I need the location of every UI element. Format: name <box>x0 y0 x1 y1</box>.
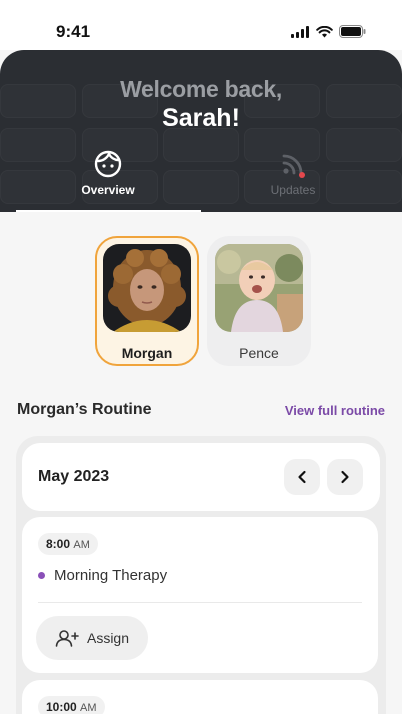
status-icons <box>291 25 366 38</box>
pattern-tile <box>163 128 239 162</box>
event-time-ampm: AM <box>80 702 97 714</box>
event-time-value: 8:00 <box>46 537 71 551</box>
event-time-ampm: AM <box>73 539 90 551</box>
add-user-icon <box>55 630 79 647</box>
wifi-icon <box>316 25 333 37</box>
face-icon <box>94 150 122 178</box>
child-name: Pence <box>239 345 279 361</box>
avatar-pence-image <box>215 244 303 332</box>
child-profile-morgan[interactable]: Morgan <box>95 236 199 366</box>
event-dot <box>38 572 45 579</box>
welcome-header: Welcome back, Sarah! Overview Updates <box>0 50 402 212</box>
event-time: 10:00 AM <box>38 696 105 714</box>
tab-label: Overview <box>81 183 135 197</box>
avatar <box>103 244 191 332</box>
routine-event[interactable]: 10:00 AM <box>22 680 378 714</box>
previous-month-button[interactable] <box>284 459 320 495</box>
rss-icon <box>282 154 305 178</box>
avatar-morgan-image <box>103 244 191 332</box>
child-profile-pence[interactable]: Pence <box>207 236 311 366</box>
notification-dot <box>299 172 305 178</box>
tab-label: Updates <box>270 183 316 197</box>
avatar <box>215 244 303 332</box>
chevron-right-icon <box>341 470 349 484</box>
month-selector: May 2023 <box>22 443 380 511</box>
next-month-button[interactable] <box>327 459 363 495</box>
month-label: May 2023 <box>38 468 110 485</box>
welcome-text: Welcome back, <box>120 76 282 102</box>
event-name: Morning Therapy <box>54 567 168 584</box>
battery-icon <box>339 25 366 38</box>
tab-updates[interactable]: Updates <box>233 150 353 197</box>
tab-overview[interactable]: Overview <box>48 150 168 197</box>
event-time: 8:00 AM <box>38 533 98 555</box>
view-full-routine-link[interactable]: View full routine <box>285 403 385 418</box>
assign-button[interactable]: Assign <box>36 616 148 660</box>
status-time: 9:41 <box>56 22 91 41</box>
event-time-value: 10:00 <box>46 700 77 714</box>
assign-label: Assign <box>86 630 130 646</box>
routine-event[interactable]: 8:00 AM Morning Therapy Assign <box>22 517 378 673</box>
active-tab-indicator <box>16 210 201 212</box>
signal-icon <box>291 25 309 38</box>
routine-title: Morgan’s Routine <box>17 401 152 418</box>
child-name: Morgan <box>121 345 173 361</box>
pattern-tile <box>163 170 239 204</box>
chevron-left-icon <box>298 470 306 484</box>
status-bar: 9:41 <box>0 0 402 50</box>
username: Sarah! <box>162 104 240 132</box>
divider <box>38 602 362 603</box>
